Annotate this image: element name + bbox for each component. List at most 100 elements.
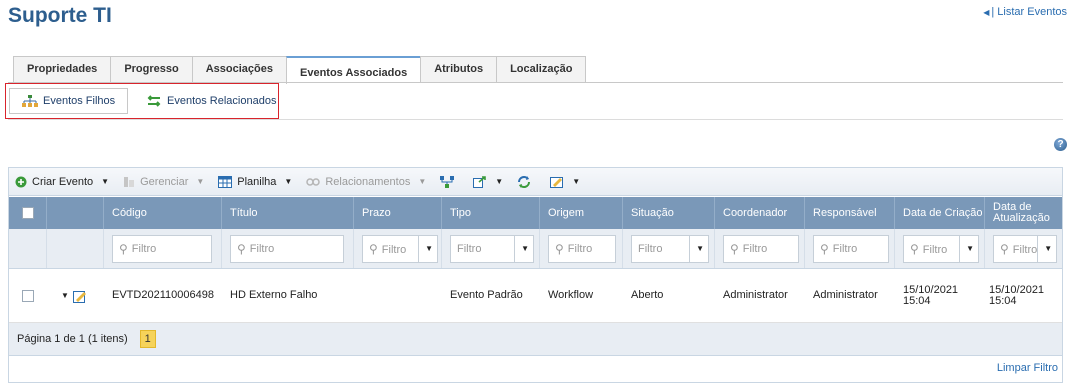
header-select-all[interactable] [9,197,47,229]
subtabs-divider [8,119,1063,120]
chevron-down-icon: ▼ [196,177,205,186]
filter-type-select[interactable]: Filtro ▼ [450,234,534,263]
filter-origin-cell: ⚲ Filtro [540,229,623,268]
manage-button[interactable]: Gerenciar ▼ [123,176,204,188]
cell-code[interactable]: EVTD202110006498 [104,269,222,322]
filter-updated-cell: ⚲ Filtro ▼ [985,229,1062,268]
filter-placeholder: Filtro [567,242,593,255]
subtab-related-events[interactable]: Eventos Relacionados [142,88,276,114]
filter-placeholder: Filtro [638,242,663,255]
cell-type: Evento Padrão [450,289,523,301]
header-updated[interactable]: Data de Atualização [985,197,1062,229]
filter-status-select[interactable]: Filtro ▼ [631,234,709,263]
cell-deadline [354,269,442,322]
search-icon: ⚲ [1000,241,1009,256]
list-events-link[interactable]: ◀ | Listar Eventos [983,6,1067,18]
tab-associations[interactable]: Associações [191,56,286,82]
row-checkbox[interactable] [22,289,34,302]
filter-placeholder: Filtro [922,243,948,256]
header-deadline[interactable]: Prazo [354,197,442,229]
table-row[interactable]: ▼ EVTD202110006498 HD Externo Falho Even… [9,269,1062,323]
filter-row: ⚲ Filtro ⚲ Filtro ⚲ Filtro ▼ Filtro ▼ ⚲ Filtro… [9,229,1062,269]
subtabs-highlight: Eventos Filhos Eventos Relacionados [5,83,279,119]
filter-placeholder: Filtro [131,242,157,255]
cell-responsible: Administrator [813,289,878,301]
search-icon: ⚲ [555,241,564,256]
edit-icon [550,176,564,188]
filter-coordinator-cell: ⚲ Filtro [715,229,805,268]
header-title[interactable]: Título [222,197,354,229]
filter-title-cell: ⚲ Filtro [222,229,354,268]
cell-updated: 15/10/2021 15:04 [989,283,1045,307]
chevron-down-icon: ▼ [418,177,427,186]
chevron-down-icon: ▼ [495,177,504,186]
header-responsible[interactable]: Responsável [805,197,895,229]
header-created[interactable]: Data de Criação [895,197,985,229]
header-code[interactable]: Código [104,197,222,229]
filter-empty [9,229,47,268]
row-select-cell [9,269,47,322]
row-menu-chevron-icon[interactable]: ▼ [61,290,69,301]
tab-properties[interactable]: Propriedades [13,56,111,82]
tree-view-icon [440,175,455,188]
filter-placeholder: Filtro [249,242,275,255]
tab-location[interactable]: Localização [496,56,587,82]
list-events-label: | Listar Eventos [991,6,1067,18]
filter-created-select[interactable]: ⚲ Filtro ▼ [903,234,979,263]
search-icon: ⚲ [119,241,128,256]
add-circle-icon [15,176,27,187]
search-icon: ⚲ [820,241,829,256]
filter-responsible-cell: ⚲ Filtro [805,229,895,268]
grid-header: Código Título Prazo Tipo Origem Situação… [9,197,1062,229]
filter-code-cell: ⚲ Filtro [104,229,222,268]
tab-associated-events[interactable]: Eventos Associados [286,56,421,84]
filter-deadline-select[interactable]: ⚲ Filtro ▼ [362,234,438,263]
tree-view-button[interactable] [440,175,459,188]
filter-status-cell: Filtro ▼ [623,229,715,268]
page-button-current[interactable]: 1 [139,330,156,348]
spreadsheet-label: Planilha [237,175,277,188]
chevron-down-icon: ▼ [572,177,581,186]
tab-attributes[interactable]: Atributos [420,56,497,82]
create-event-button[interactable]: Criar Evento ▼ [15,176,109,188]
refresh-icon [518,175,531,188]
manage-icon [124,176,135,187]
refresh-button[interactable] [517,175,536,188]
triangle-left-icon: ◀ [983,8,990,17]
header-origin[interactable]: Origem [540,197,623,229]
hierarchy-icon [22,95,38,107]
subtab-child-events-label: Eventos Filhos [43,95,116,107]
filter-code-input[interactable]: ⚲ Filtro [112,234,212,263]
subtab-child-events[interactable]: Eventos Filhos [9,88,128,114]
header-status[interactable]: Situação [623,197,715,229]
cell-created: 15/10/2021 15:04 [903,283,959,307]
spreadsheet-button[interactable]: Planilha ▼ [218,175,292,188]
search-icon: ⚲ [237,241,246,256]
pager-info: Página 1 de 1 (1 itens) [17,333,128,345]
chevron-down-icon: ▼ [418,235,433,262]
header-coordinator[interactable]: Coordenador [715,197,805,229]
edit-icon[interactable] [72,289,87,303]
filter-responsible-input[interactable]: ⚲ Filtro [813,234,889,263]
help-icon[interactable]: ? [1054,138,1067,151]
spreadsheet-icon [218,175,233,188]
relationships-button[interactable]: Relacionamentos ▼ [306,176,426,188]
header-type[interactable]: Tipo [442,197,540,229]
chevron-down-icon: ▼ [959,235,974,262]
chevron-down-icon: ▼ [514,235,529,262]
cell-status: Aberto [631,289,664,301]
filter-origin-input[interactable]: ⚲ Filtro [548,234,616,263]
events-grid: Criar Evento ▼ Gerenciar ▼ Planilha ▼ Re… [8,167,1063,383]
export-button[interactable]: ▼ [473,175,504,188]
filter-updated-select[interactable]: ⚲ Filtro ▼ [993,234,1057,263]
relationships-label: Relacionamentos [325,175,411,188]
edit-view-button[interactable]: ▼ [550,176,580,188]
grid-footer: Limpar Filtro [9,356,1062,382]
select-all-checkbox[interactable] [22,207,34,219]
filter-title-input[interactable]: ⚲ Filtro [230,234,344,263]
filter-coordinator-input[interactable]: ⚲ Filtro [723,234,799,263]
tab-progress[interactable]: Progresso [110,56,192,82]
export-icon [473,175,487,188]
subtab-related-events-label: Eventos Relacionados [167,95,277,107]
clear-filter-link[interactable]: Limpar Filtro [997,362,1058,374]
